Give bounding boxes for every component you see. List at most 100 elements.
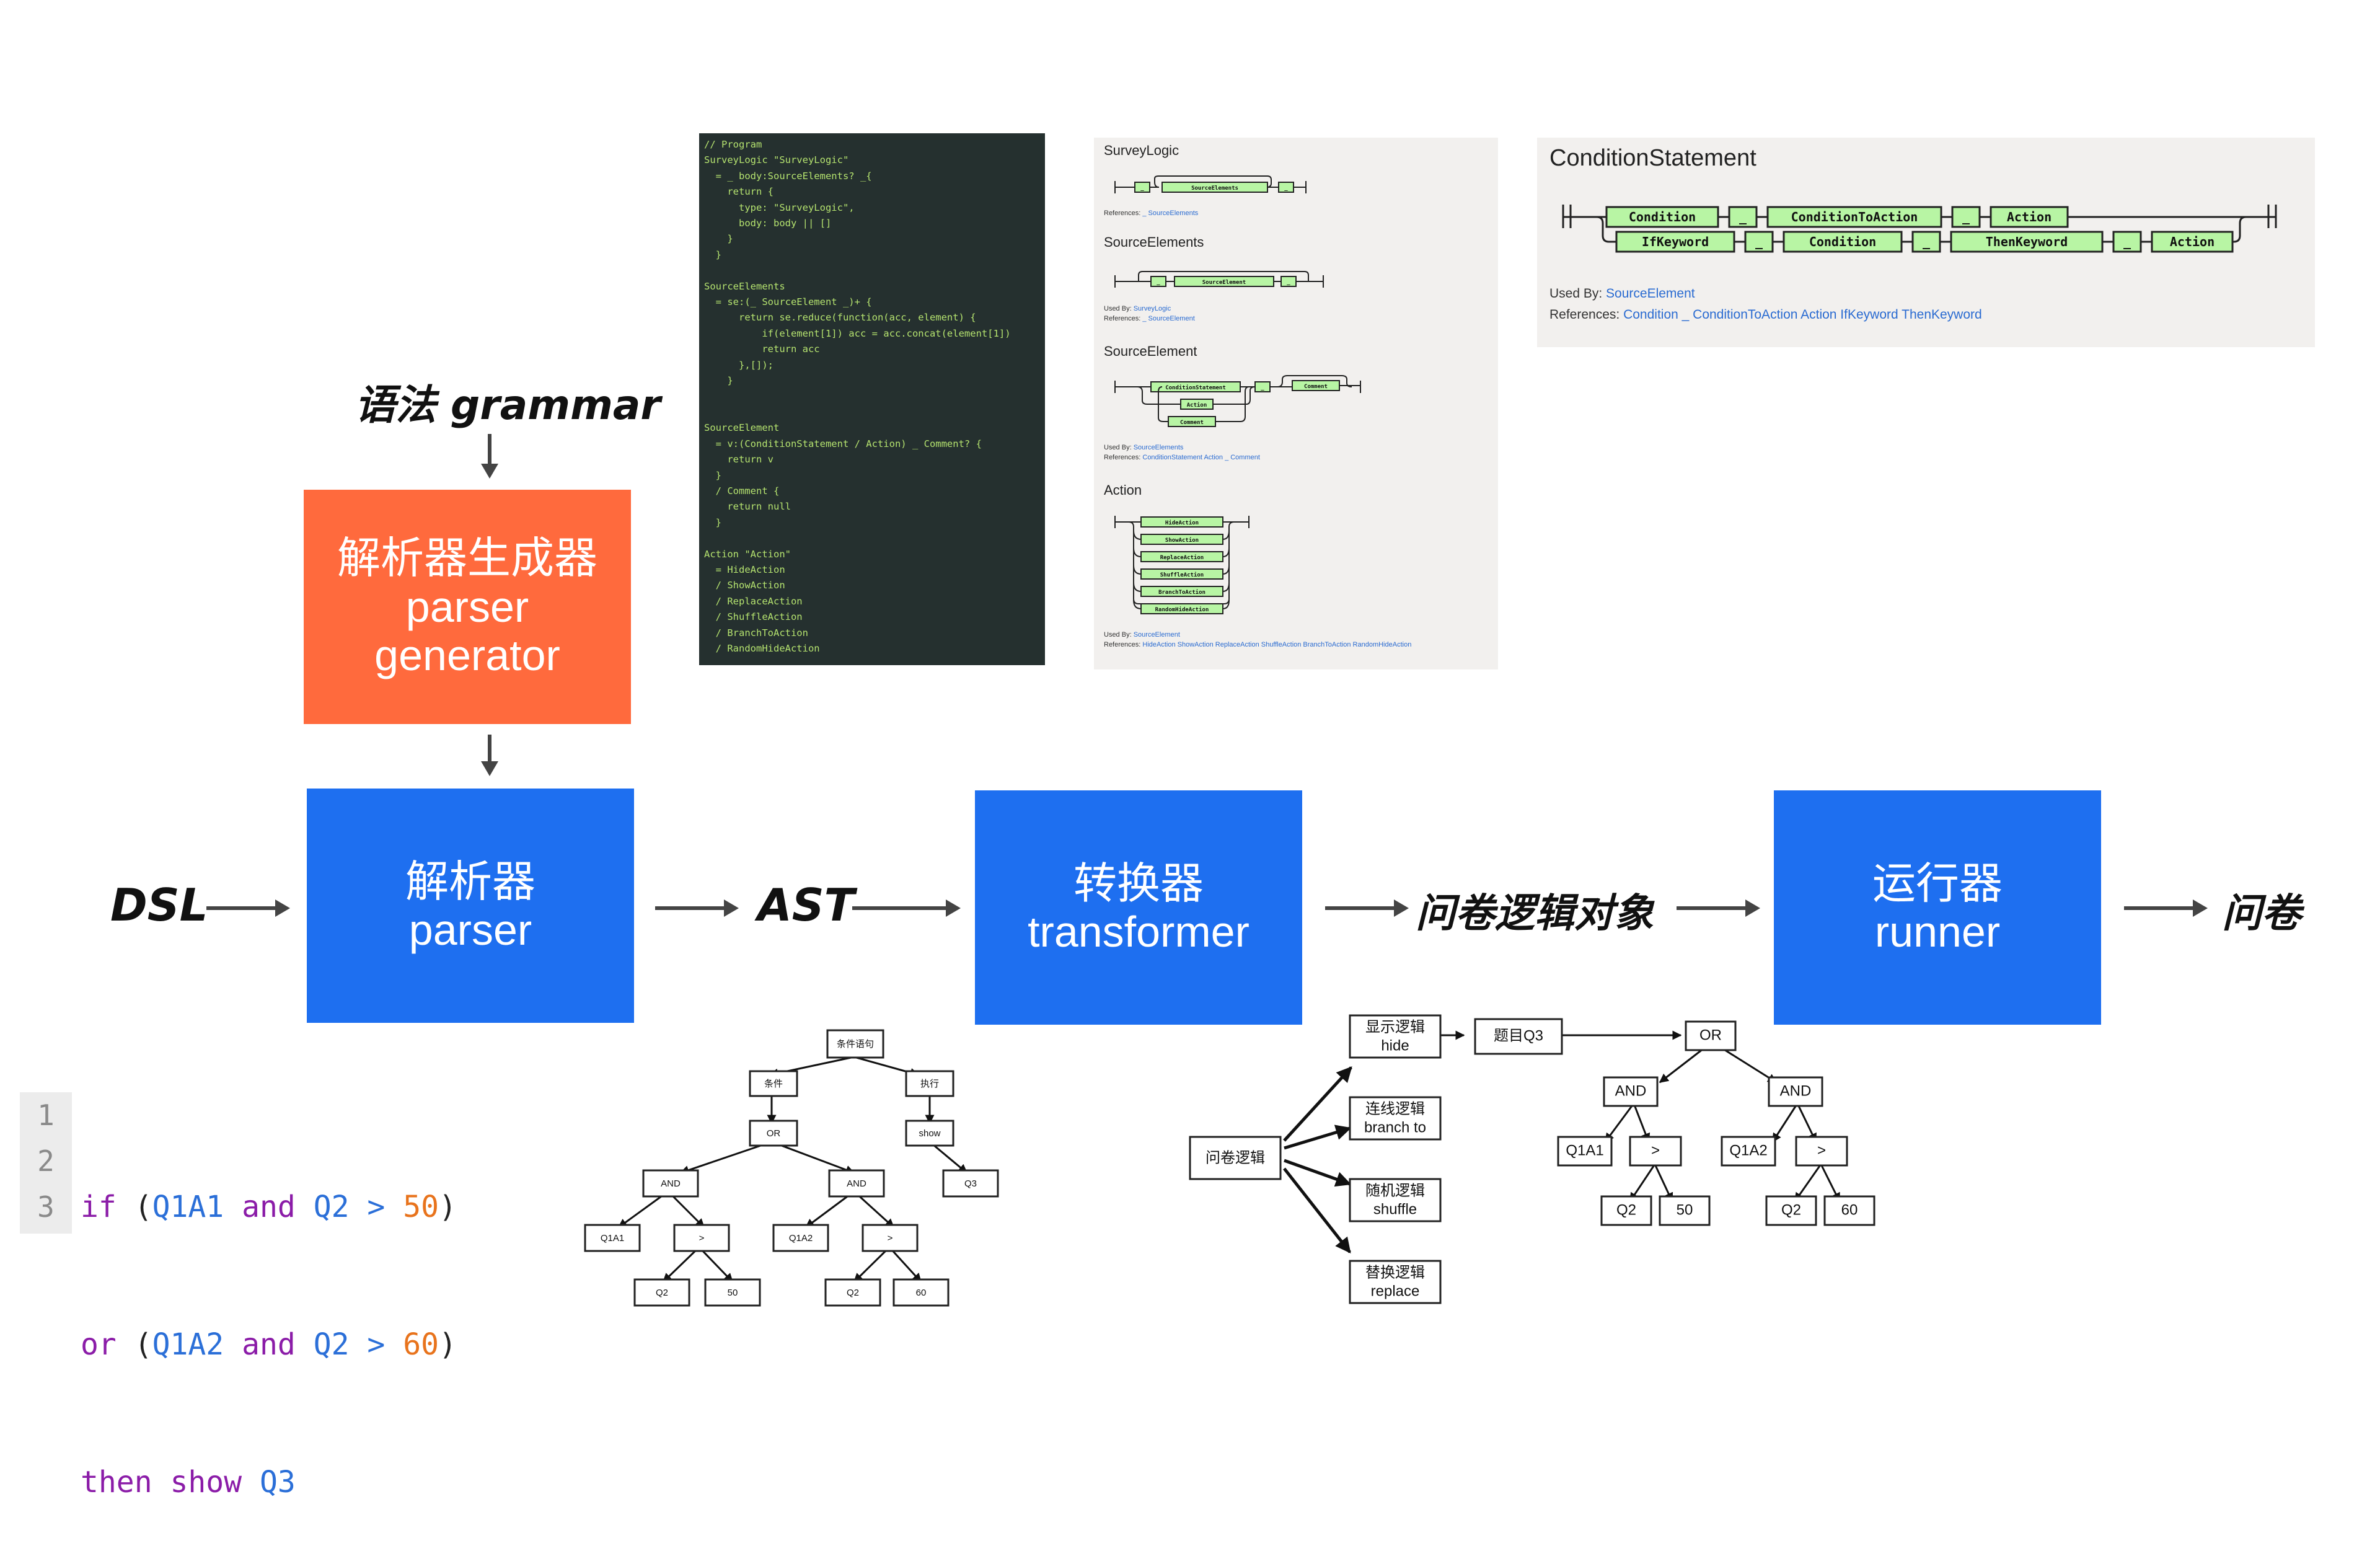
svg-text:AND: AND	[661, 1178, 681, 1189]
svg-text:replace: replace	[1371, 1283, 1420, 1299]
rr-sourceelements-refs: References: _ SourceElement	[1104, 315, 1195, 322]
arrow-grammar-to-generator	[481, 434, 498, 479]
cs-row2-node: IfKeyword	[1615, 231, 1735, 253]
logic-replace-node: 替换逻辑 replace	[1349, 1260, 1442, 1304]
svg-text:条件: 条件	[764, 1079, 783, 1089]
svg-text:Q1A1: Q1A1	[1566, 1142, 1603, 1159]
svg-text:_: _	[1739, 210, 1747, 224]
rr-refs-links[interactable]: ConditionStatement Action _ Comment	[1142, 454, 1260, 461]
svg-text:>: >	[888, 1233, 893, 1244]
rr-node-sourceelements: SourceElements	[1191, 185, 1238, 192]
logic-gt2-node: >	[1795, 1136, 1848, 1167]
parser-box: 解析器 parser	[307, 789, 634, 1023]
parser-generator-en2: generator	[374, 631, 560, 680]
rr-action-node: ShuffleAction	[1140, 568, 1223, 580]
rr-sourceelement-usedby: Used By: SourceElements	[1104, 444, 1183, 451]
svg-text:问卷逻辑: 问卷逻辑	[1205, 1149, 1265, 1166]
rr-refs-links[interactable]: HideAction ShowAction ReplaceAction Shuf…	[1142, 641, 1411, 648]
parser-generator-en1: parser	[405, 582, 529, 631]
grammar-code-panel: // Program SurveyLogic "SurveyLogic" = _…	[699, 133, 1045, 665]
code-gutter: 1 2 3	[20, 1092, 72, 1234]
rr-refs-label: References:	[1104, 210, 1141, 217]
rr-node-underscore-3: _	[1157, 280, 1160, 286]
code-line-2: or (Q1A2 and Q2 > 60)	[81, 1327, 457, 1362]
grammar-label: 语法 grammar	[355, 381, 661, 429]
rr-refs-links[interactable]: _ SourceElement	[1142, 315, 1194, 322]
rr-node-underscore-5: _	[1261, 385, 1264, 391]
svg-text:AND: AND	[847, 1178, 866, 1189]
svg-text:_: _	[1923, 234, 1931, 249]
rr-node-conditionstatement: ConditionStatement	[1165, 384, 1226, 391]
cs-row2-node: Action	[2151, 231, 2234, 253]
condition-statement-panel: ConditionStatement Condition _ ConditionTo…	[1537, 138, 2315, 347]
rr-action-usedby: Used By: SourceElement	[1104, 631, 1180, 639]
svg-text:shuffle: shuffle	[1373, 1201, 1417, 1217]
rr-usedby-label: Used By:	[1104, 631, 1132, 639]
logic-object-diagram: 问卷逻辑 显示逻辑hide 连线逻辑branch to 随机逻辑shuffle …	[1189, 1014, 1875, 1304]
svg-text:_: _	[1755, 234, 1763, 249]
rr-usedby-link[interactable]: SourceElements	[1134, 444, 1184, 451]
runner-box: 运行器 runner	[1774, 790, 2101, 1025]
cs-refs-links[interactable]: Condition _ ConditionToAction Action IfK…	[1623, 307, 1982, 322]
svg-text:_: _	[2123, 234, 2131, 249]
svg-text:题目Q3: 题目Q3	[1494, 1027, 1543, 1044]
ast-gt2-node: >	[862, 1224, 919, 1252]
arrow-generator-to-parser	[481, 735, 498, 776]
code-line-3: then show Q3	[81, 1465, 296, 1500]
ast-condition-node: 条件	[749, 1070, 798, 1097]
rr-usedby-label: Used By:	[1104, 444, 1132, 451]
rr-usedby-link[interactable]: SourceElement	[1134, 631, 1180, 639]
svg-text:RandomHideAction: RandomHideAction	[1155, 606, 1209, 613]
svg-text:执行: 执行	[920, 1079, 939, 1089]
svg-text:显示逻辑: 显示逻辑	[1365, 1019, 1425, 1035]
rr-small-diagrams: _ SourceElements _ _ SourceElement _ Con…	[1114, 175, 1361, 614]
svg-text:AND: AND	[1615, 1082, 1647, 1099]
svg-text:Q2: Q2	[847, 1288, 859, 1298]
survey-label: 问卷	[2222, 891, 2301, 937]
parser-generator-box: 解析器生成器 parser generator	[304, 490, 631, 724]
cs-row1-node: Action	[1990, 206, 2069, 228]
dsl-code-block: if (Q1A1 and Q2 > 50) or (Q1A2 and Q2 > …	[81, 1092, 457, 1551]
logic-shuffle-node: 随机逻辑 shuffle	[1349, 1178, 1442, 1222]
rr-surveylogic-refs: References: _ SourceElements	[1104, 210, 1198, 217]
svg-text:60: 60	[916, 1288, 927, 1298]
code-line-1: if (Q1A1 and Q2 > 50)	[81, 1190, 457, 1224]
rr-node-sourceelement: SourceElement	[1202, 280, 1246, 286]
svg-text:替换逻辑: 替换逻辑	[1365, 1264, 1425, 1281]
ast-and2-node: AND	[828, 1169, 885, 1198]
rr-action-node: ReplaceAction	[1140, 551, 1223, 562]
svg-text:50: 50	[728, 1288, 738, 1298]
rr-sourceelements-usedby: Used By: SurveyLogic	[1104, 305, 1171, 312]
parser-en: parser	[408, 906, 532, 954]
svg-text:HideAction: HideAction	[1165, 519, 1199, 526]
cs-usedby-link[interactable]: SourceElement	[1606, 286, 1695, 301]
cs-refs: References: Condition _ ConditionToActio…	[1549, 307, 1982, 322]
rr-sourceelement-refs: References: ConditionStatement Action _ …	[1104, 454, 1260, 461]
parser-cn: 解析器	[405, 857, 536, 906]
rr-usedby-link[interactable]: SurveyLogic	[1134, 305, 1171, 312]
cs-row2-node: _	[2112, 231, 2142, 253]
logic-50-node: 50	[1659, 1195, 1711, 1226]
line-number-3: 3	[37, 1190, 55, 1224]
ast-and1-node: AND	[642, 1169, 699, 1198]
ast-root-node: 条件语句	[826, 1029, 884, 1059]
logic-60-node: 60	[1823, 1195, 1875, 1226]
svg-text:branch to: branch to	[1364, 1119, 1426, 1136]
rr-refs-label: References:	[1104, 315, 1141, 322]
arrow-dsl-to-parser	[206, 899, 290, 917]
svg-text:Q2: Q2	[1616, 1201, 1636, 1218]
rr-refs-links[interactable]: _ SourceElements	[1142, 210, 1198, 217]
svg-text:_: _	[1962, 210, 1970, 224]
cs-usedby: Used By: SourceElement	[1549, 286, 1695, 301]
railroad-panel: SurveyLogic SourceElements SourceElement…	[1094, 138, 1498, 669]
svg-text:OR: OR	[767, 1128, 781, 1139]
cs-row1-nodes: Condition _ ConditionToAction _ Action	[1605, 206, 2268, 228]
svg-text:>: >	[1651, 1142, 1660, 1159]
cs-row2-node: _	[1911, 231, 1941, 253]
arrow-parser-to-ast	[655, 899, 739, 917]
cs-row2-node: ThenKeyword	[1950, 231, 2104, 253]
cs-row1-node: Condition	[1605, 206, 1719, 228]
svg-text:ThenKeyword: ThenKeyword	[1986, 234, 2068, 249]
rr-node-underscore-4: _	[1287, 280, 1290, 286]
logic-and1-node: AND	[1603, 1076, 1659, 1107]
